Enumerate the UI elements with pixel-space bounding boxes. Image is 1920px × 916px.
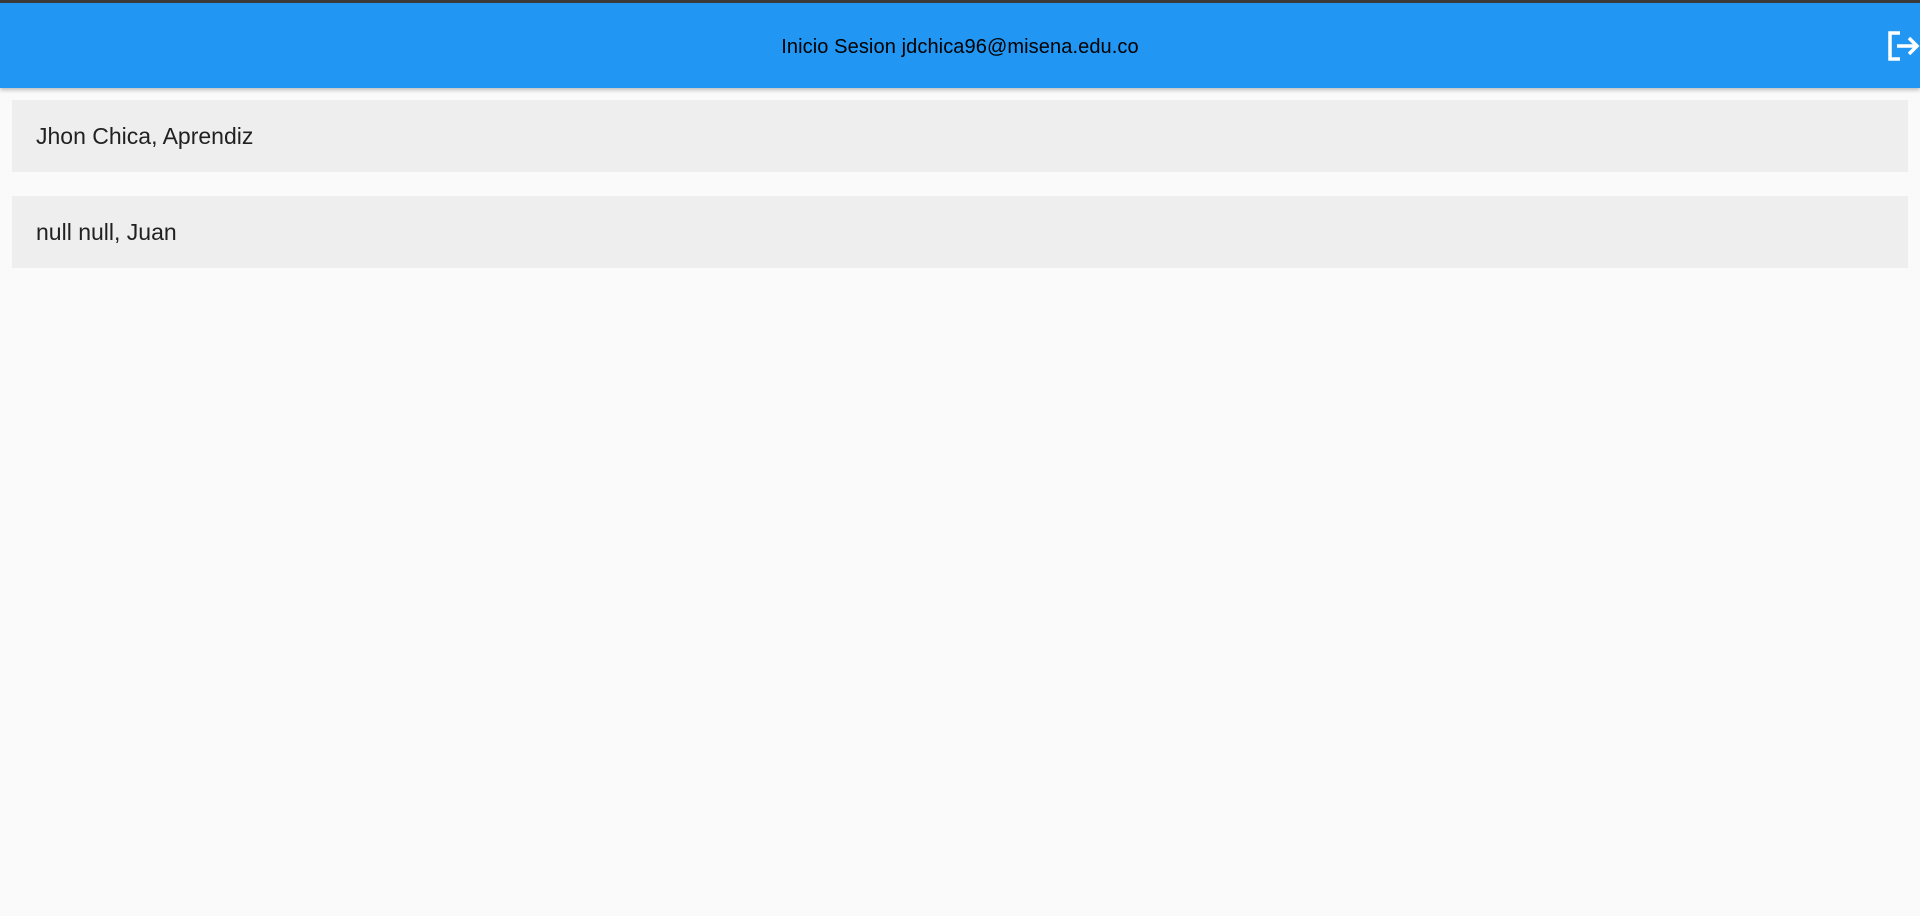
list-item[interactable]: null null, Juan — [12, 196, 1908, 268]
list-item-label: Jhon Chica, Aprendiz — [36, 123, 254, 149]
user-list: Jhon Chica, Aprendiz null null, Juan — [12, 100, 1908, 292]
list-item[interactable]: Jhon Chica, Aprendiz — [12, 100, 1908, 172]
list-item-label: null null, Juan — [36, 219, 177, 245]
window-top-edge — [0, 0, 1920, 3]
logout-icon — [1886, 30, 1920, 62]
logout-button[interactable] — [1880, 28, 1920, 64]
app-bar: Inicio Sesion jdchica96@misena.edu.co — [0, 0, 1920, 88]
app-bar-title: Inicio Sesion jdchica96@misena.edu.co — [781, 36, 1139, 58]
